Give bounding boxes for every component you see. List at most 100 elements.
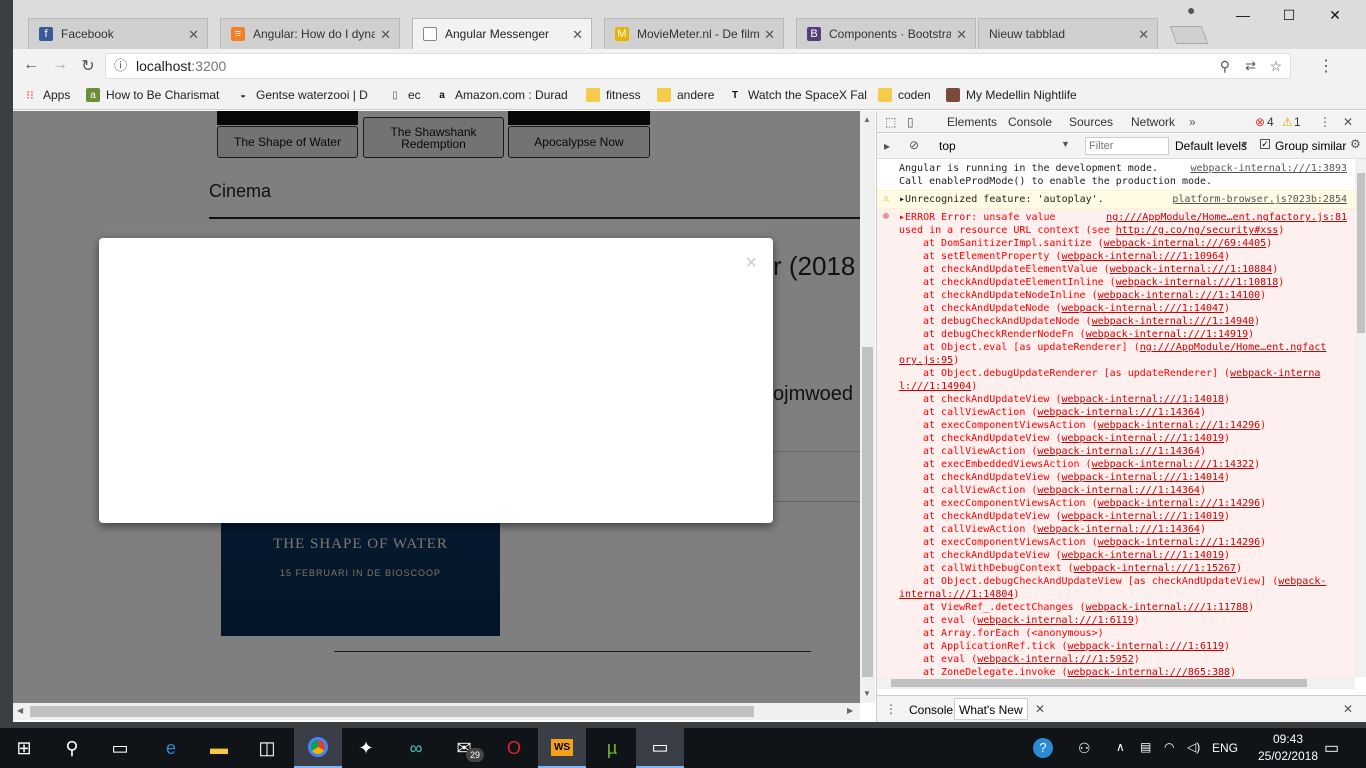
tab-angular-messenger[interactable]: Angular Messenger ✕ (412, 18, 592, 49)
close-icon[interactable]: ✕ (380, 27, 391, 43)
source-link[interactable]: webpack-internal:///1:6119 (1068, 641, 1225, 652)
zoom-icon[interactable]: ⚲ (1220, 54, 1230, 78)
utorrent-icon[interactable]: µ (588, 728, 636, 768)
scroll-down-arrow[interactable]: ▼ (863, 689, 871, 698)
close-icon[interactable]: ✕ (1138, 27, 1149, 43)
vertical-scrollbar[interactable]: ▲ ▼ (860, 111, 875, 703)
close-icon[interactable]: ✕ (572, 27, 583, 43)
source-link[interactable]: webpack-internal:///1:15267 (1074, 563, 1237, 574)
source-link[interactable]: webpack-internal:///1:11788 (1086, 602, 1249, 613)
bookmark-charismatic[interactable]: a How to Be Charismat (86, 88, 219, 102)
notifications-icon[interactable]: ▭ (1324, 738, 1339, 758)
source-link[interactable]: webpack- (1278, 576, 1326, 587)
edge-icon[interactable]: e (147, 728, 195, 768)
source-link[interactable]: webpack-internal:///1:3893 (1190, 162, 1347, 175)
translate-icon[interactable]: ⇄ (1245, 54, 1256, 78)
source-link[interactable]: webpack-internal:///1:10818 (1116, 277, 1279, 288)
task-view-icon[interactable]: ▭ (96, 728, 144, 768)
back-icon[interactable]: ← (21, 56, 41, 74)
bookmark-medellin[interactable]: My Medellin Nightlife (946, 88, 1077, 102)
source-link[interactable]: webpack-interna (1230, 368, 1320, 379)
source-link[interactable]: webpack-internal:///1:14296 (1098, 420, 1261, 431)
console-filter-input[interactable] (1085, 137, 1169, 155)
levels-dropdown[interactable]: Default levels (1175, 139, 1247, 153)
warning-icon[interactable]: ⚠ (1282, 115, 1293, 129)
scroll-left-arrow[interactable]: ◀ (17, 706, 23, 715)
source-link[interactable]: webpack-internal:///1:14047 (1061, 303, 1224, 314)
context-selector[interactable]: top (939, 139, 956, 153)
drawer-tab-whats-new[interactable]: What's New (954, 698, 1028, 720)
chevron-up-icon[interactable]: ∧ (1116, 740, 1125, 754)
error-line[interactable]: ▸ERROR Error: unsafe value ng:///AppModul… (877, 211, 1355, 224)
address-bar[interactable]: ⓘ localhost:3200 ⚲ ⇄ ☆ (105, 53, 1291, 79)
profile-icon[interactable]: ● (1187, 2, 1203, 18)
bookmark-coden[interactable]: coden (878, 88, 931, 102)
error-count[interactable]: 4 (1267, 115, 1274, 129)
close-icon[interactable]: ✕ (956, 27, 967, 43)
search-icon[interactable]: ⚲ (48, 728, 96, 768)
devtools-close-icon[interactable]: ✕ (1343, 115, 1353, 129)
source-link[interactable]: webpack-internal:///1:10884 (1110, 264, 1273, 275)
source-link[interactable]: webpack-internal:///1:5952 (977, 654, 1134, 665)
console-hscrollbar[interactable] (877, 677, 1355, 689)
security-link[interactable]: http://g.co/ng/security#xss (1116, 225, 1279, 236)
source-link[interactable]: ng:///AppModule/Home…ent.ngfactory.js:81 (1106, 211, 1347, 224)
device-toggle-icon[interactable]: ▯ (907, 115, 914, 129)
source-link[interactable]: webpack-internal:///1:14019 (1061, 433, 1224, 444)
minimize-button[interactable]: — (1221, 4, 1265, 26)
source-link[interactable]: internal:///1:14804 (899, 589, 1013, 600)
source-link[interactable]: webpack-internal:///1:14940 (1092, 316, 1255, 327)
people-icon[interactable]: ⚇ (1078, 740, 1091, 757)
tab-console[interactable]: Console (1008, 115, 1052, 129)
settings-gear-icon[interactable]: ⚙ (1350, 137, 1361, 151)
info-icon[interactable]: ⓘ (114, 54, 127, 78)
store-icon[interactable]: ◫ (243, 728, 291, 768)
source-link[interactable]: webpack-internal:///865:388 (1068, 667, 1231, 677)
close-icon[interactable]: ✕ (188, 27, 199, 43)
source-link[interactable]: webpack-internal:///1:14364 (1037, 524, 1200, 535)
source-link[interactable]: l:///1:14904 (899, 381, 971, 392)
close-window-button[interactable]: ✕ (1313, 4, 1357, 26)
source-link[interactable]: webpack-internal:///1:14296 (1098, 498, 1261, 509)
bookmark-waterzooi[interactable]: ◒ Gentse waterzooi | D (236, 88, 368, 102)
group-similar-checkbox[interactable]: ✓ (1260, 139, 1270, 149)
clock-date[interactable]: 25/02/2018 (1248, 749, 1328, 763)
star-icon[interactable]: ☆ (1269, 54, 1282, 78)
file-explorer-icon[interactable]: ▬ (195, 728, 243, 768)
source-link[interactable]: webpack-internal:///1:14364 (1037, 407, 1200, 418)
drawer-tab-console[interactable]: Console (909, 703, 953, 717)
terminal-icon[interactable]: ▭ (636, 728, 684, 768)
source-link[interactable]: webpack-internal:///1:14019 (1061, 511, 1224, 522)
reload-icon[interactable]: ↻ (78, 56, 98, 76)
close-icon[interactable]: ✕ (764, 27, 775, 43)
drawer-menu-icon[interactable]: ⋮ (885, 702, 897, 716)
scroll-thumb[interactable] (891, 679, 1307, 687)
source-link[interactable]: webpack-internal:///69:4405 (1104, 238, 1267, 249)
source-link[interactable]: webpack-internal:///1:14322 (1092, 459, 1255, 470)
source-link[interactable]: webpack-internal:///1:14364 (1037, 446, 1200, 457)
chrome-icon[interactable] (294, 728, 342, 768)
chevron-down-icon[interactable]: ▼ (1240, 139, 1249, 149)
scroll-thumb[interactable] (862, 347, 873, 677)
sidebar-toggle-icon[interactable]: ▸ (884, 139, 890, 153)
opera-icon[interactable]: O (490, 728, 538, 768)
warning-line[interactable]: ▸Unrecognized feature: 'autoplay'. platfo… (877, 193, 1355, 206)
warning-count[interactable]: 1 (1294, 115, 1301, 129)
horizontal-scrollbar[interactable]: ◀ ▶ (13, 703, 860, 720)
drawer-close-icon[interactable]: ✕ (1343, 702, 1353, 716)
tab-sources[interactable]: Sources (1069, 115, 1113, 129)
more-tabs-icon[interactable]: » (1189, 115, 1196, 129)
source-link[interactable]: webpack-internal:///1:14296 (1098, 537, 1261, 548)
source-link[interactable]: webpack-internal:///1:6119 (977, 615, 1134, 626)
tab-facebook[interactable]: f Facebook ✕ (28, 18, 208, 49)
source-link[interactable]: platform-browser.js?023b:2854 (1172, 193, 1347, 206)
close-icon[interactable]: ✕ (1035, 702, 1045, 716)
bookmark-amazon[interactable]: a Amazon.com : Durad (435, 88, 568, 102)
forward-icon[interactable]: → (50, 56, 70, 74)
dropbox-icon[interactable]: ✦ (342, 728, 390, 768)
tab-new-tab[interactable]: Nieuw tabblad ✕ (978, 18, 1158, 49)
error-icon[interactable]: ⊗ (1255, 115, 1265, 129)
clock-time[interactable]: 09:43 (1262, 732, 1314, 746)
mail-icon[interactable]: ✉ 29 (440, 728, 488, 768)
chevron-down-icon[interactable]: ▼ (1061, 139, 1070, 149)
